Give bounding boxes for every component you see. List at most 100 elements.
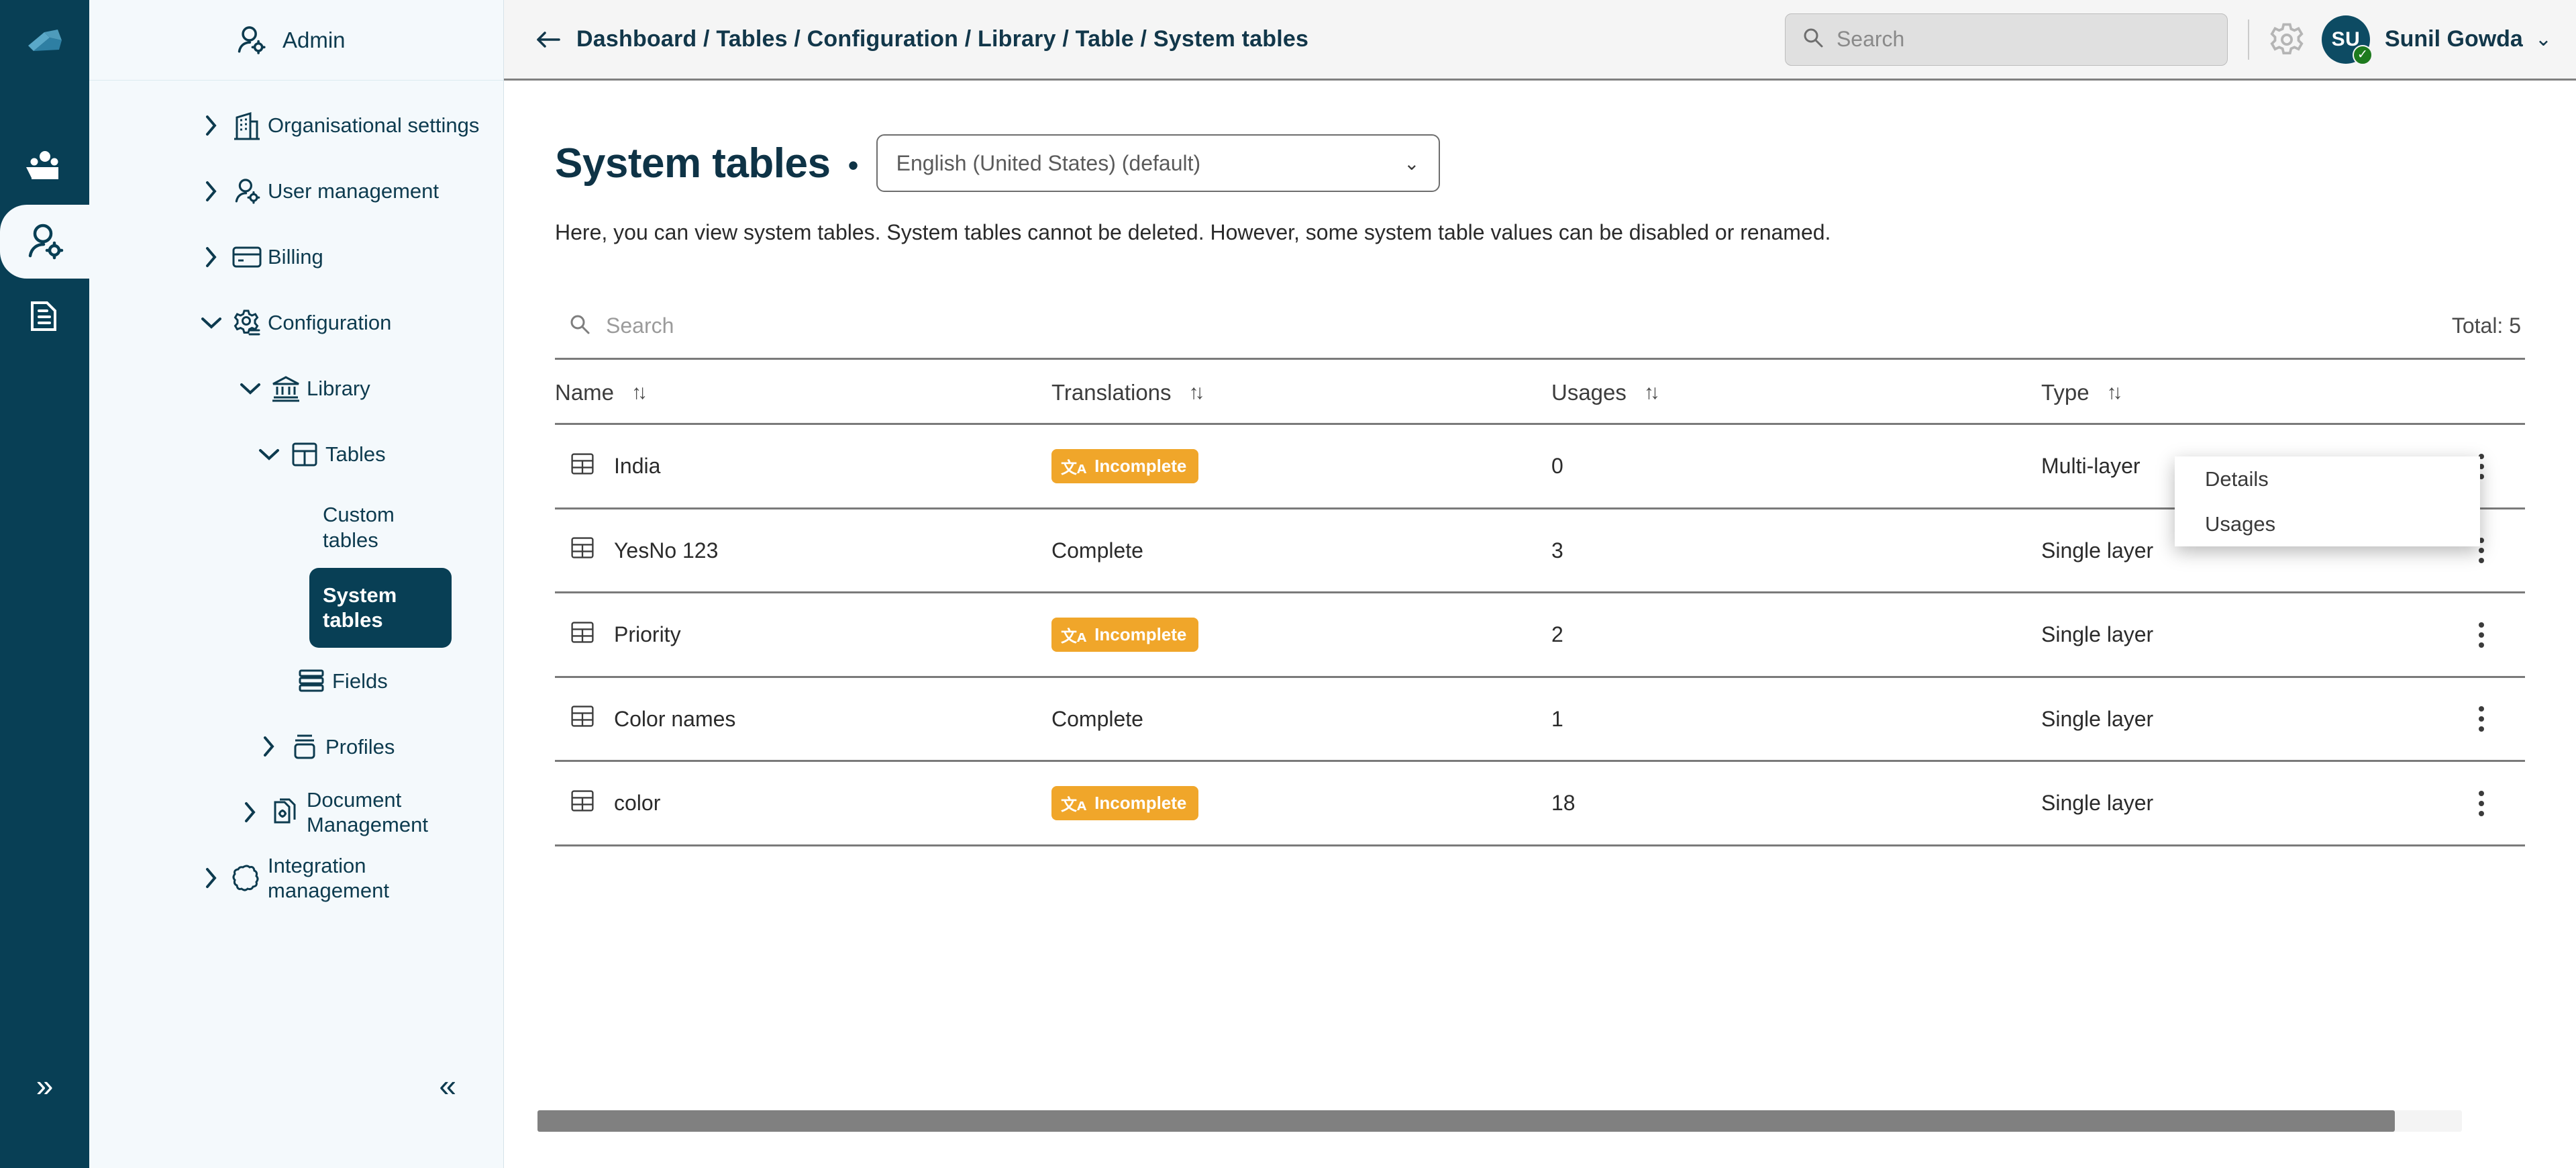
kebab-menu-icon[interactable] — [2438, 702, 2525, 736]
nav-item-label: Library — [307, 377, 370, 401]
column-header-usages[interactable]: Usages ↑↓ — [1551, 358, 2041, 425]
global-search-placeholder: Search — [1836, 27, 1905, 51]
total-count-label: Total: 5 — [2451, 313, 2521, 338]
sort-icon[interactable]: ↑↓ — [631, 381, 648, 404]
nav-item-document-management[interactable]: Document Management — [89, 779, 503, 845]
table-grid-icon — [570, 535, 595, 566]
sort-icon[interactable]: ↑↓ — [1189, 381, 1205, 404]
chevron-right-icon — [197, 180, 226, 203]
table-grid-icon — [570, 451, 595, 482]
cell-actions — [2438, 761, 2525, 846]
breadcrumb[interactable]: Dashboard / Tables / Configuration / Lib… — [535, 26, 1308, 52]
cell-usages: 1 — [1551, 677, 2041, 762]
cell-type: Single layer — [2041, 761, 2438, 846]
nav-item-profiles[interactable]: Profiles — [89, 714, 503, 779]
table-row[interactable]: Priority 文ᴀ Incomplete 2 Single layer — [555, 592, 2525, 678]
sort-icon[interactable]: ↑↓ — [2107, 381, 2123, 404]
nav-item-tables[interactable]: Tables — [89, 422, 503, 487]
rail-item-workspace[interactable] — [0, 131, 89, 205]
arrow-left-icon[interactable] — [535, 30, 562, 50]
nav-item-integration-management[interactable]: Integration management — [89, 845, 503, 911]
nav-collapse-button[interactable]: « — [439, 1070, 456, 1101]
rail-item-documents[interactable] — [0, 279, 89, 352]
cell-type: Single layer — [2041, 592, 2438, 678]
tables-panel: Search Total: 5 Name ↑↓ Translations ↑↓ … — [555, 293, 2525, 846]
nav-item-label: Fields — [332, 669, 388, 693]
translate-icon: 文ᴀ — [1061, 628, 1087, 646]
table-search-input[interactable]: Search — [555, 313, 674, 339]
cell-type: Single layer — [2041, 677, 2438, 762]
cell-usages: 2 — [1551, 592, 2041, 678]
main-column: Dashboard / Tables / Configuration / Lib… — [504, 0, 2576, 1168]
gear-icon[interactable] — [2269, 22, 2304, 57]
document-settings-icon — [265, 797, 307, 828]
context-menu-item-details[interactable]: Details — [2175, 456, 2480, 501]
cell-actions — [2438, 592, 2525, 678]
context-menu-item-usages[interactable]: Usages — [2175, 501, 2480, 546]
chevron-down-icon[interactable]: ⌄ — [2535, 28, 2552, 51]
chevron-right-icon — [236, 801, 265, 824]
column-header-actions — [2438, 358, 2525, 425]
top-bar-right: Search SU ✓ Sunil Gowda ⌄ — [1784, 13, 2556, 66]
kebab-menu-icon[interactable] — [2438, 618, 2525, 652]
search-icon — [1802, 26, 1824, 52]
icon-rail: » — [0, 0, 89, 1168]
table-header-row: Name ↑↓ Translations ↑↓ Usages ↑↓ Type ↑… — [555, 358, 2525, 425]
column-header-translations[interactable]: Translations ↑↓ — [1051, 358, 1551, 425]
sort-icon[interactable]: ↑↓ — [1644, 381, 1660, 404]
avatar[interactable]: SU ✓ — [2321, 15, 2373, 65]
table-row-name: Priority — [614, 622, 681, 646]
horizontal-scrollbar[interactable] — [537, 1110, 2462, 1132]
briefcase-folder-icon — [25, 151, 58, 179]
document-settings-icon — [30, 301, 56, 331]
table-row-name: Color names — [614, 706, 736, 731]
table-head: Name ↑↓ Translations ↑↓ Usages ↑↓ Type ↑… — [555, 358, 2525, 425]
building-icon — [226, 111, 268, 140]
credit-card-icon — [226, 245, 268, 269]
nav-item-billing[interactable]: Billing — [89, 224, 503, 290]
column-header-name[interactable]: Name ↑↓ — [555, 358, 1051, 425]
rail-item-list — [0, 131, 89, 352]
cell-translations: Complete — [1051, 677, 1551, 762]
cell-usages: 0 — [1551, 424, 2041, 509]
table-row[interactable]: color 文ᴀ Incomplete 18 Single layer — [555, 761, 2525, 846]
chevron-down-icon — [236, 381, 265, 396]
language-select[interactable]: English (United States) (default) ⌄ — [876, 134, 1440, 192]
table-row[interactable]: Color names Complete 1 Single layer — [555, 677, 2525, 762]
language-select-value: English (United States) (default) — [896, 150, 1201, 175]
kebab-menu-icon[interactable] — [2438, 787, 2525, 820]
nav-item-label: Tables — [325, 442, 386, 467]
nav-item-label: Profiles — [325, 734, 395, 759]
global-search-input[interactable]: Search — [1784, 13, 2228, 66]
nav-item-library[interactable]: Library — [89, 356, 503, 422]
nav-leaf-custom-tables[interactable]: Custom tables — [309, 487, 452, 568]
cell-translations: 文ᴀ Incomplete — [1051, 761, 1551, 846]
nav-tree: Organisational settings User management — [89, 81, 503, 911]
search-icon — [568, 313, 591, 339]
rail-item-admin[interactable] — [0, 205, 89, 279]
table-grid-icon — [570, 620, 595, 650]
table-row-name: color — [614, 791, 661, 815]
user-name[interactable]: Sunil Gowda — [2385, 26, 2523, 52]
cell-usages: 3 — [1551, 508, 2041, 593]
puzzle-icon — [226, 863, 268, 893]
rail-expand-button[interactable]: » — [0, 1070, 89, 1101]
page-description: Here, you can view system tables. System… — [555, 220, 1831, 244]
nav-item-organisational-settings[interactable]: Organisational settings — [89, 93, 503, 158]
nav-header-label: Admin — [282, 27, 346, 52]
nav-leaf-system-tables[interactable]: System tables — [309, 567, 452, 648]
gear-list-icon — [226, 308, 268, 338]
nav-item-user-management[interactable]: User management — [89, 158, 503, 224]
scrollbar-thumb[interactable] — [537, 1110, 2395, 1132]
column-header-type[interactable]: Type ↑↓ — [2041, 358, 2438, 425]
table-search-placeholder: Search — [606, 313, 674, 338]
title-separator-dot: • — [847, 148, 859, 183]
chevron-right-icon — [197, 246, 226, 269]
nav-item-fields[interactable]: Fields — [89, 648, 503, 714]
table-grid-icon — [570, 788, 595, 819]
nav-item-configuration[interactable]: Configuration — [89, 290, 503, 356]
nav-item-label: Billing — [268, 245, 323, 269]
app-logo[interactable] — [0, 0, 89, 81]
status-badge: 文ᴀ Incomplete — [1051, 618, 1199, 652]
nav-header-admin[interactable]: Admin — [89, 0, 503, 81]
